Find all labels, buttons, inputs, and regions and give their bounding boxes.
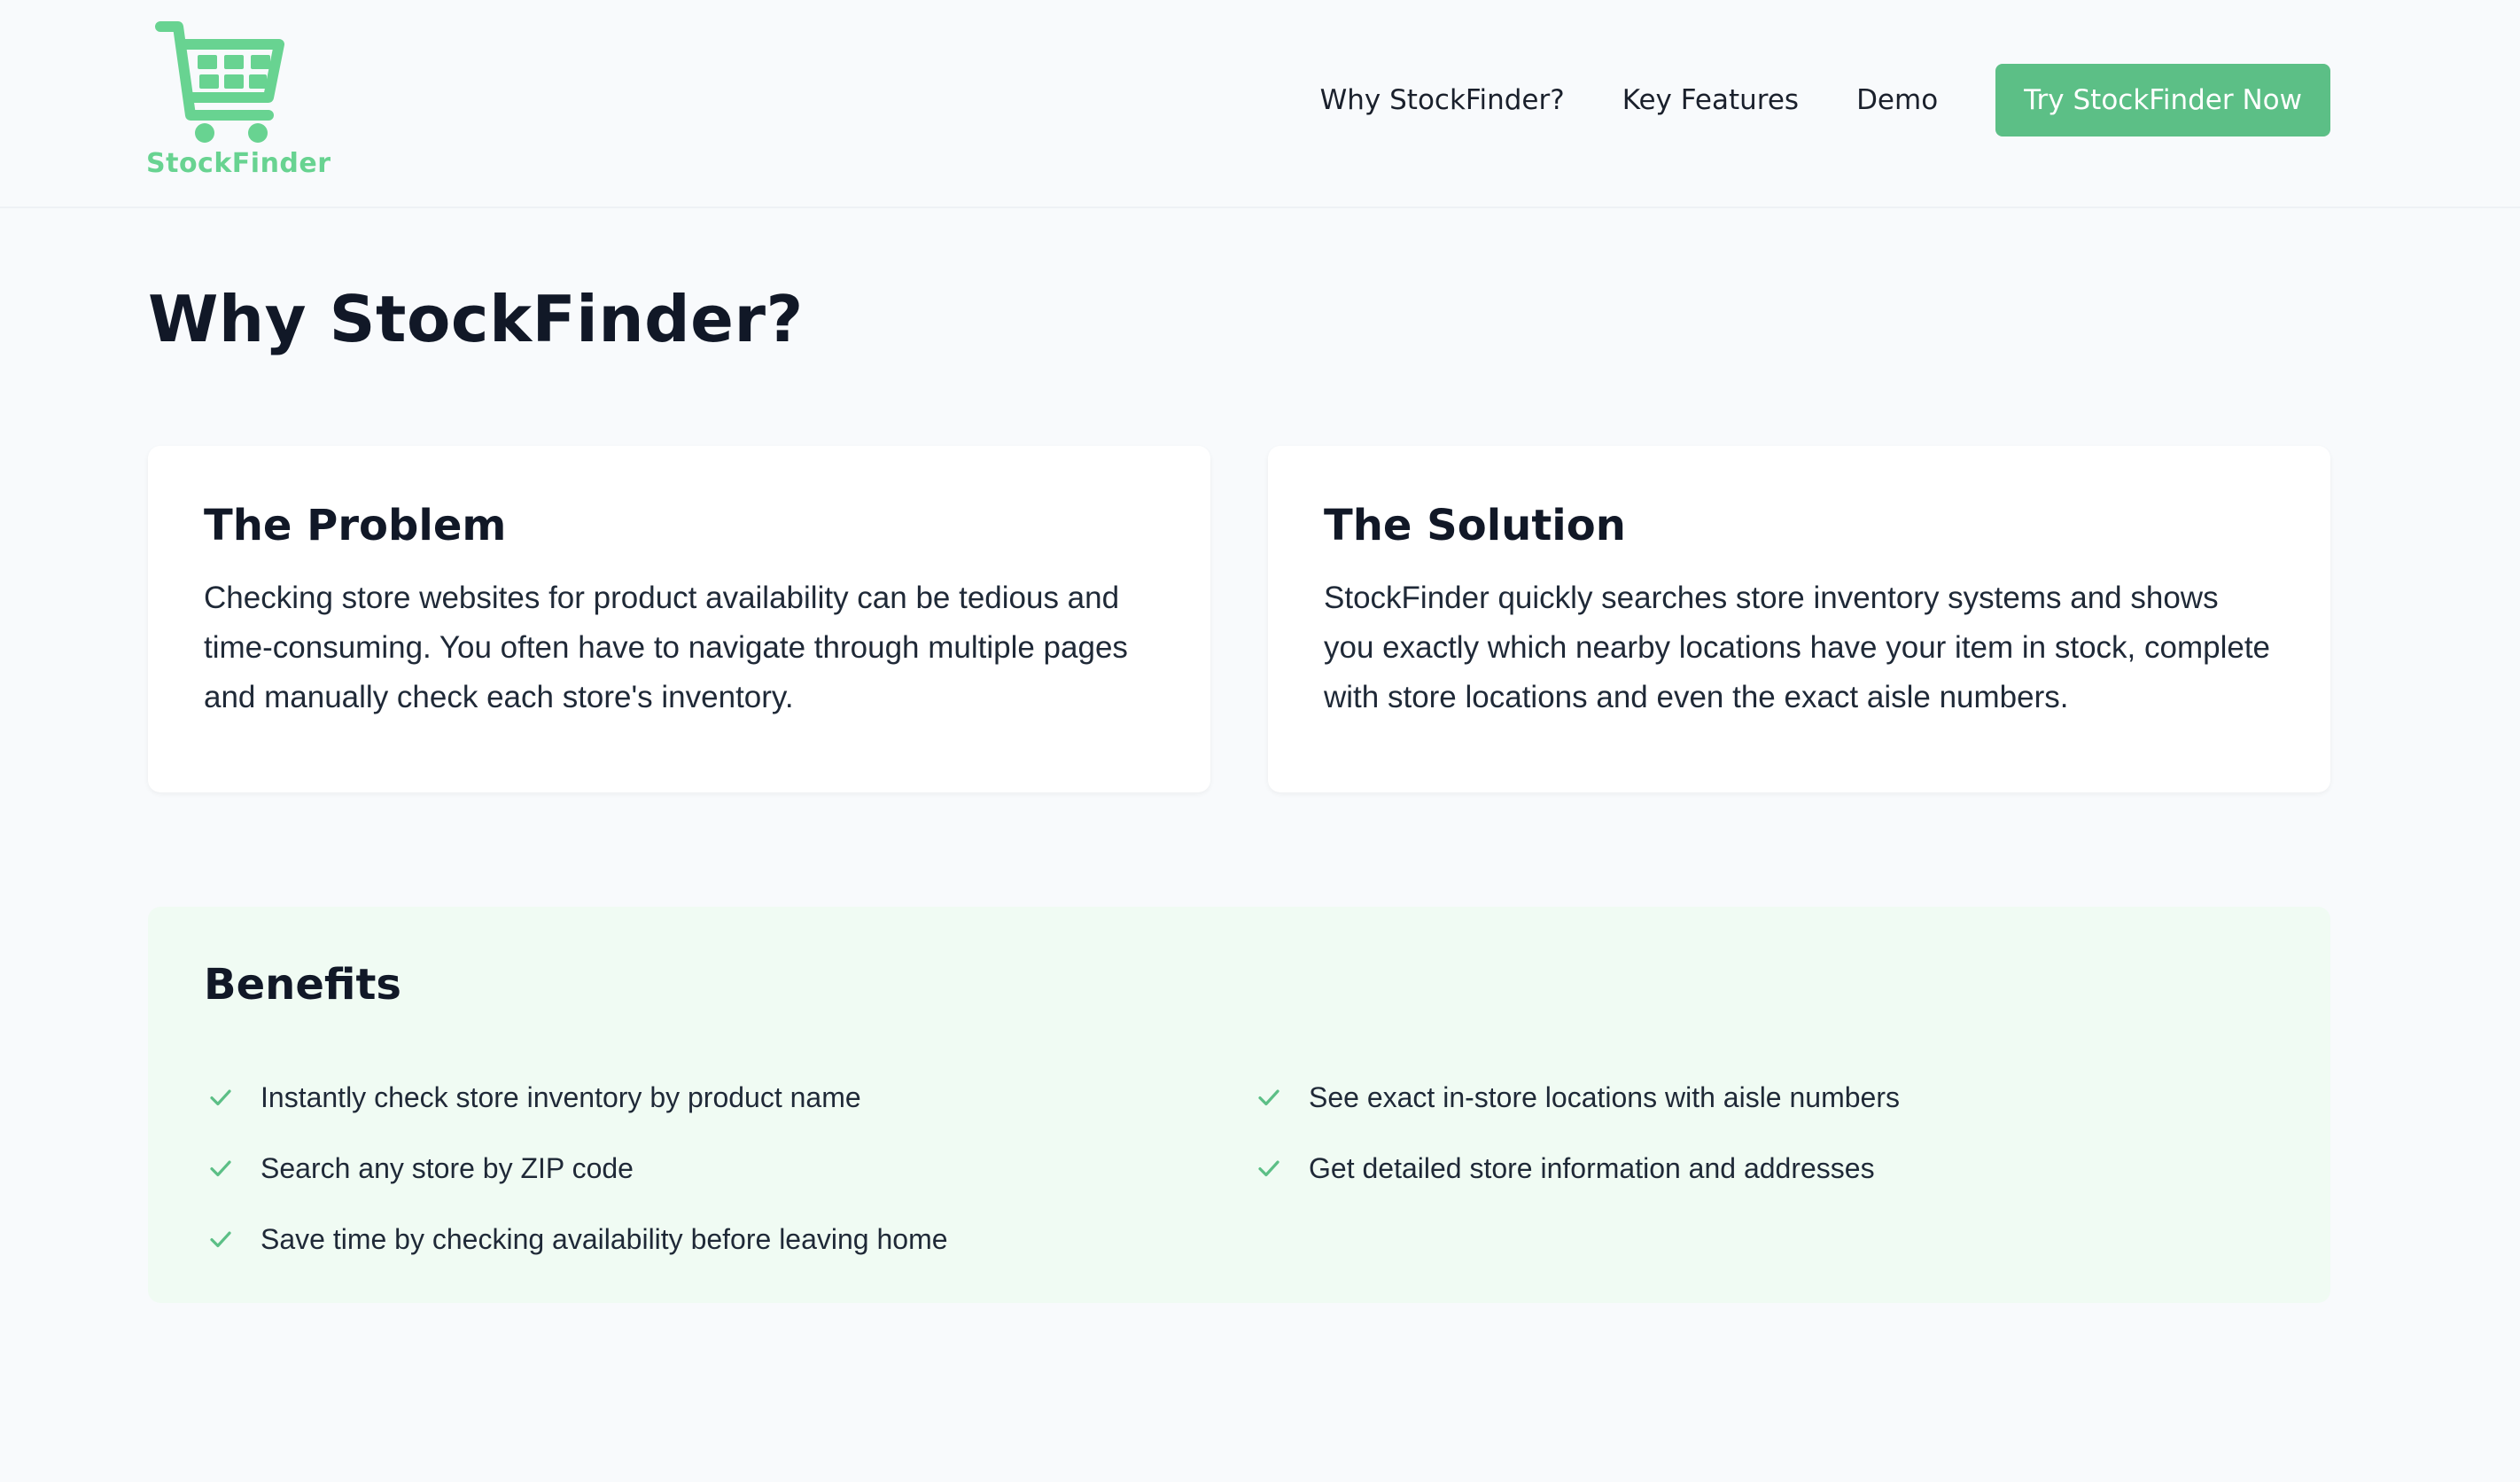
try-stockfinder-button[interactable]: Try StockFinder Now	[1995, 64, 2330, 136]
problem-card-body: Checking store websites for product avai…	[204, 581, 1128, 714]
benefit-item: Save time by checking availability befor…	[207, 1204, 948, 1275]
benefit-text: See exact in-store locations with aisle …	[1309, 1080, 1900, 1113]
benefit-text: Save time by checking availability befor…	[261, 1222, 948, 1255]
benefit-text: Instantly check store inventory by produ…	[261, 1080, 861, 1113]
page-title: Why StockFinder?	[148, 282, 804, 356]
solution-card-title: The Solution	[1324, 501, 1626, 550]
benefits-section: Benefits Instantly check store inventory…	[148, 907, 2330, 1303]
benefit-item: Instantly check store inventory by produ…	[207, 1062, 948, 1133]
checkmark-icon	[210, 1089, 231, 1106]
nav-link-key-features[interactable]: Key Features	[1622, 84, 1799, 116]
problem-card: The Problem Checking store websites for …	[148, 446, 1210, 792]
nav-link-demo[interactable]: Demo	[1856, 84, 1938, 116]
problem-card-title: The Problem	[204, 501, 507, 550]
nav-link-why-stockfinder[interactable]: Why StockFinder?	[1320, 84, 1565, 116]
logo[interactable]: StockFinder	[146, 20, 331, 183]
benefits-title: Benefits	[204, 960, 401, 1010]
benefits-list-left: Instantly check store inventory by produ…	[207, 1062, 948, 1275]
solution-card: The Solution StockFinder quickly searche…	[1268, 446, 2330, 792]
main-nav: Why StockFinder? Key Features Demo Try S…	[1320, 64, 2330, 136]
shopping-cart-icon	[155, 21, 284, 143]
benefit-text: Get detailed store information and addre…	[1309, 1151, 1875, 1184]
checkmark-icon	[210, 1231, 231, 1248]
benefits-list-right: See exact in-store locations with aisle …	[1256, 1062, 1900, 1204]
benefit-item: Search any store by ZIP code	[207, 1133, 948, 1204]
benefit-item: Get detailed store information and addre…	[1256, 1133, 1900, 1204]
benefit-item: See exact in-store locations with aisle …	[1256, 1062, 1900, 1133]
checkmark-icon	[1258, 1089, 1279, 1106]
logo-text: StockFinder	[146, 148, 331, 179]
benefit-text: Search any store by ZIP code	[261, 1151, 634, 1184]
checkmark-icon	[1258, 1160, 1279, 1177]
solution-card-body: StockFinder quickly searches store inven…	[1324, 581, 2271, 714]
checkmark-icon	[210, 1160, 231, 1177]
site-header: StockFinder Why StockFinder? Key Feature…	[0, 0, 2520, 208]
